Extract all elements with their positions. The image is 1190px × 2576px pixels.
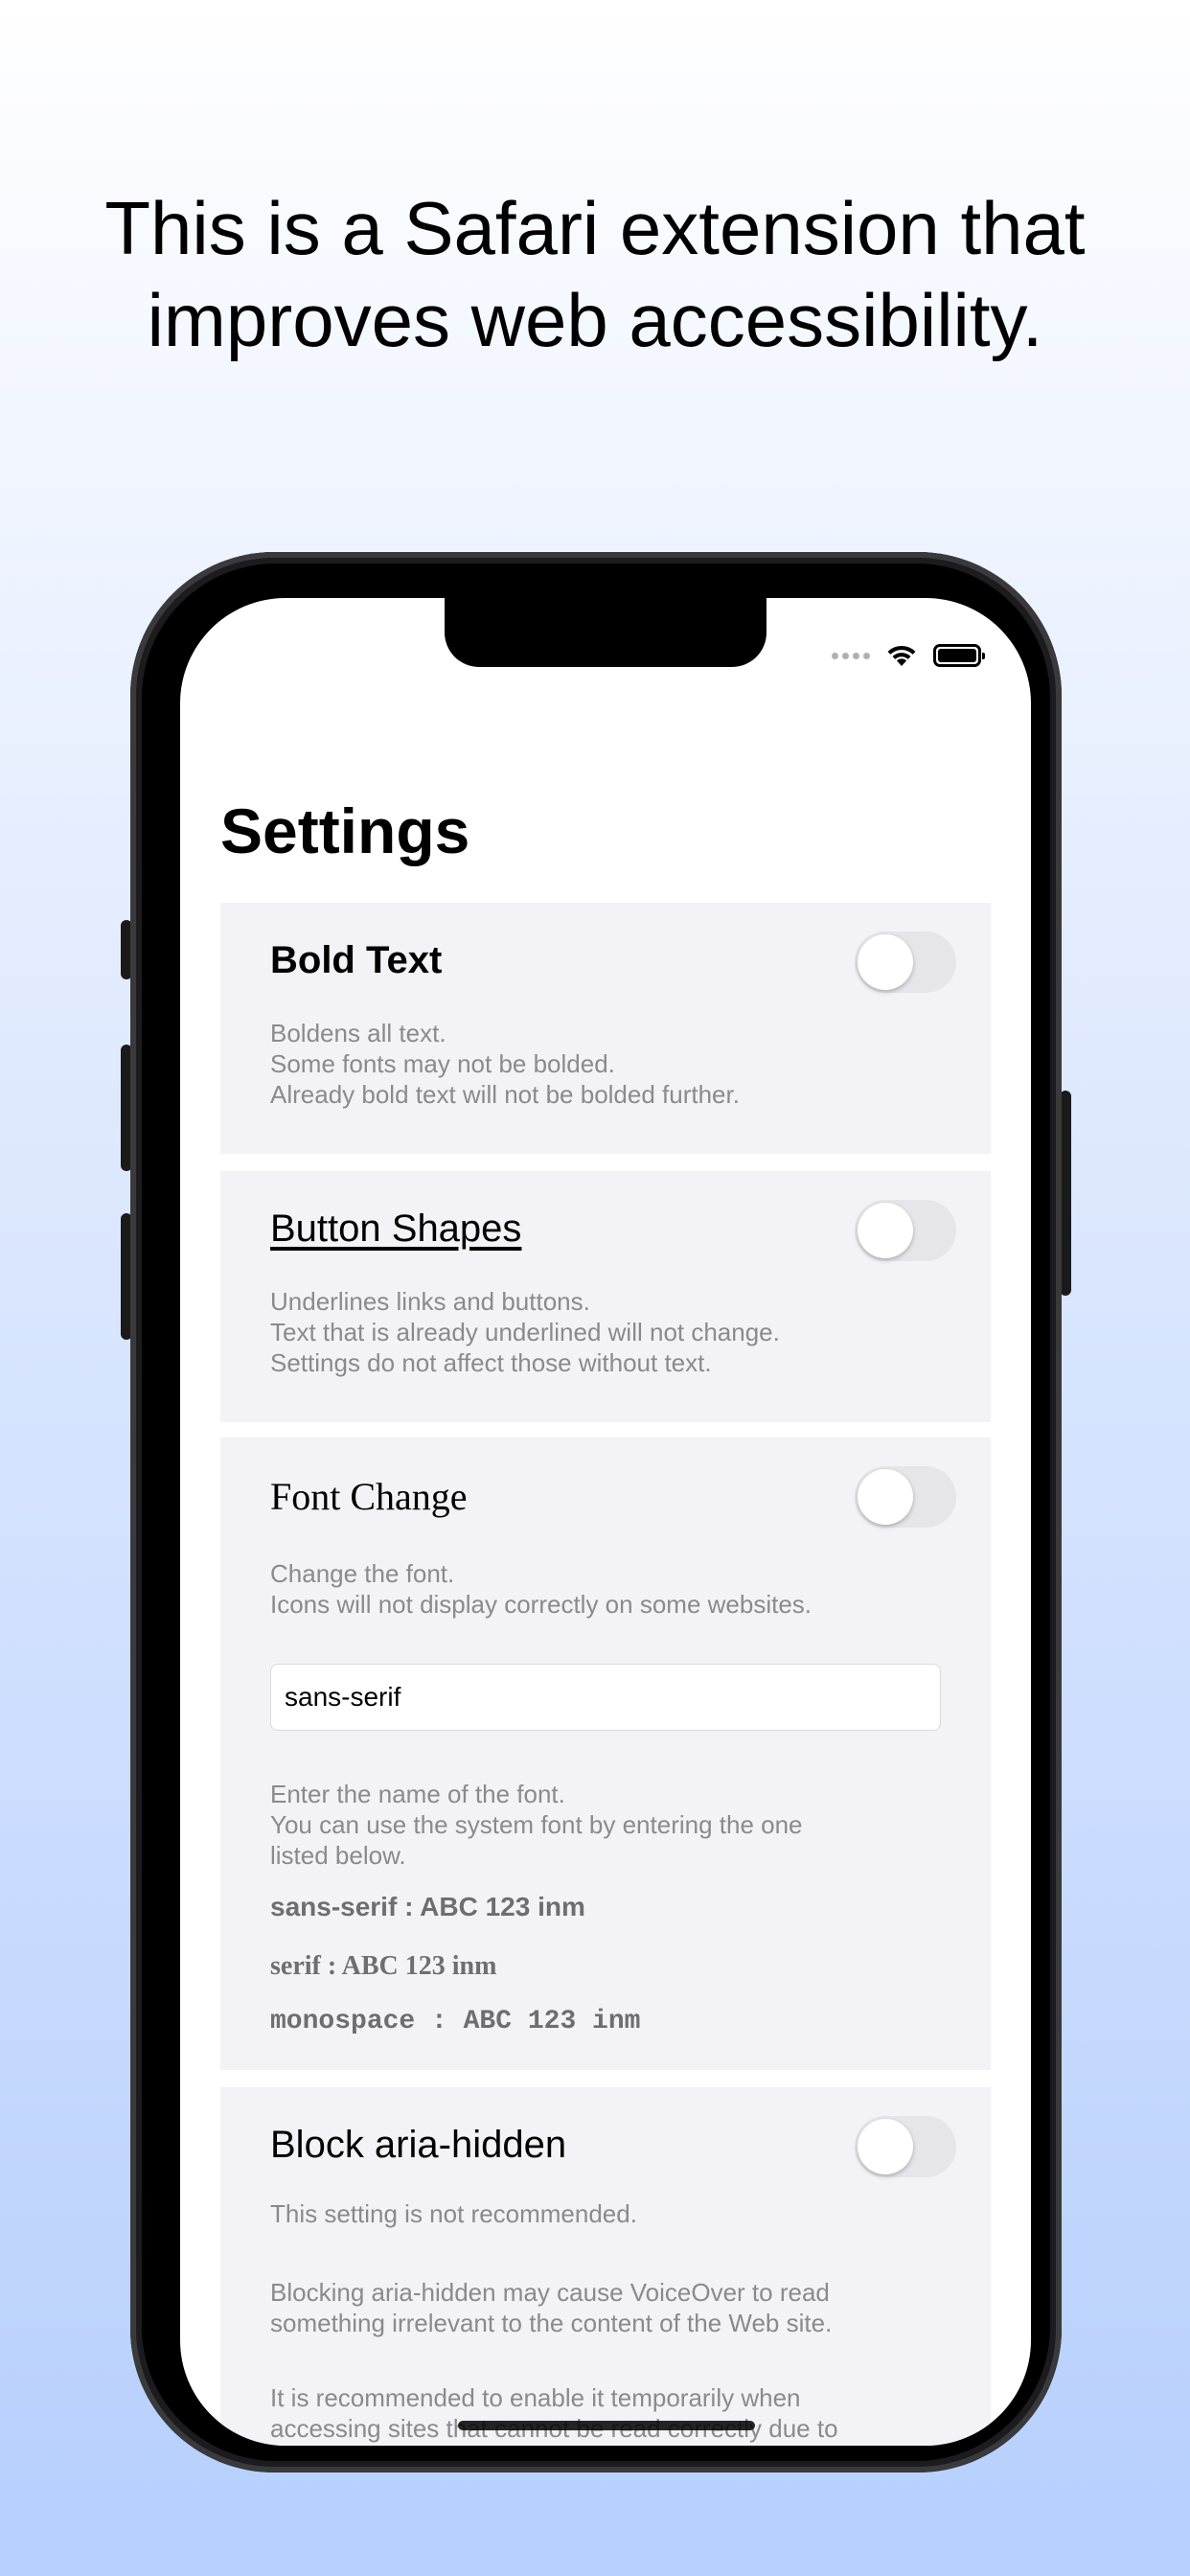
bold-text-card: Bold Text Boldens all text. Some fonts m…	[220, 903, 991, 1154]
font-sample-sans-serif: sans-serif : ABC 123 inm	[270, 1892, 585, 1921]
block-aria-hidden-description: This setting is not recommended.	[270, 2199, 637, 2228]
camera-notch	[445, 598, 767, 667]
status-bar	[832, 636, 985, 675]
font-sample-serif: serif : ABC 123 inm	[270, 1951, 497, 1981]
headline-line-1: This is a Safari extension that	[104, 186, 1086, 270]
bold-text-description: Boldens all text. Some fonts may not be …	[270, 1019, 740, 1109]
button-shapes-card: Button Shapes Underlines links and butto…	[220, 1171, 991, 1422]
wifi-icon	[887, 645, 916, 666]
bold-text-toggle[interactable]	[855, 932, 956, 993]
font-name-input[interactable]	[270, 1664, 941, 1731]
block-aria-hidden-toggle[interactable]	[855, 2116, 956, 2177]
page-title: Settings	[220, 795, 470, 866]
font-sample-monospace: monospace : ABC 123 inm	[270, 2007, 641, 2036]
toggle-knob	[858, 2119, 913, 2174]
home-indicator[interactable]	[458, 2421, 755, 2430]
signal-dots-icon	[832, 652, 870, 659]
bold-text-title: Bold Text	[270, 939, 443, 981]
font-change-title: Font Change	[270, 1475, 468, 1518]
font-change-toggle[interactable]	[855, 1466, 956, 1528]
block-aria-hidden-note: It is recommended to enable it temporari…	[270, 2383, 838, 2443]
toggle-knob	[858, 1203, 913, 1258]
phone-screen: Settings Bold Text Boldens all text. Som…	[180, 598, 1031, 2446]
font-change-hint: Enter the name of the font. You can use …	[270, 1780, 803, 1870]
headline-line-2: improves web accessibility.	[147, 278, 1043, 362]
block-aria-hidden-title: Block aria-hidden	[270, 2124, 567, 2166]
phone-bezel: Settings Bold Text Boldens all text. Som…	[142, 564, 1050, 2461]
button-shapes-title: Button Shapes	[270, 1208, 522, 1250]
block-aria-hidden-warning: Blocking aria-hidden may cause VoiceOver…	[270, 2278, 833, 2337]
button-shapes-toggle[interactable]	[855, 1200, 956, 1261]
toggle-knob	[858, 934, 913, 990]
toggle-knob	[858, 1469, 913, 1525]
headline: This is a Safari extension that improves…	[0, 182, 1190, 366]
phone-frame: Settings Bold Text Boldens all text. Som…	[130, 552, 1062, 2472]
font-change-card: Font Change Change the font. Icons will …	[220, 1438, 991, 2070]
font-change-description: Change the font. Icons will not display …	[270, 1559, 812, 1619]
button-shapes-description: Underlines links and buttons. Text that …	[270, 1287, 780, 1377]
block-aria-hidden-card: Block aria-hidden This setting is not re…	[220, 2087, 991, 2446]
battery-icon	[933, 644, 985, 667]
